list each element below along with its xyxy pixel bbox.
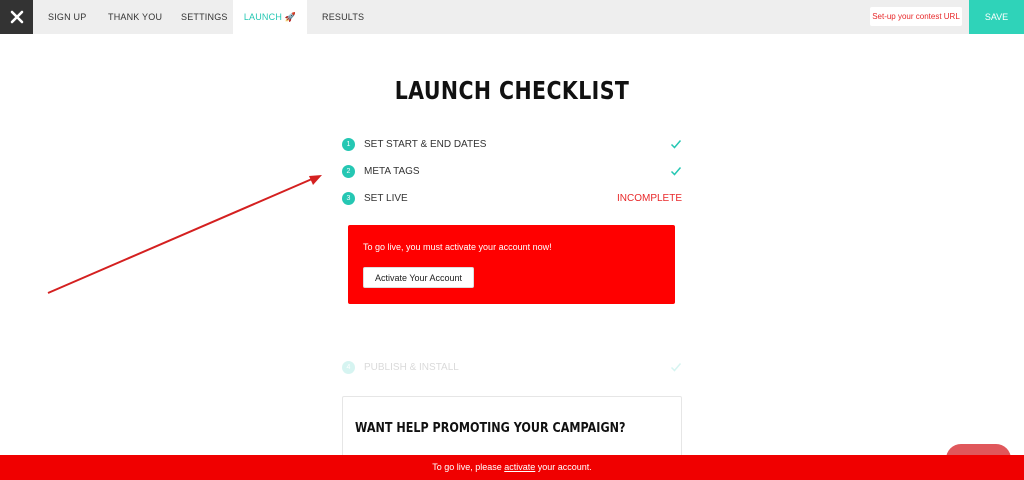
alert-message: To go live, you must activate your accou… (363, 242, 552, 252)
tab-sign-up[interactable]: SIGN UP (48, 0, 86, 34)
banner-text-prefix: To go live, please (432, 462, 505, 472)
activate-account-button[interactable]: Activate Your Account (363, 267, 474, 288)
tab-thank-you[interactable]: THANK YOU (108, 0, 162, 34)
save-button[interactable]: SAVE (969, 0, 1024, 34)
tab-settings[interactable]: SETTINGS (181, 0, 228, 34)
check-icon (670, 140, 682, 149)
checklist-item-label: PUBLISH & INSTALL (364, 362, 459, 373)
top-nav-bar: SIGN UP THANK YOU SETTINGS LAUNCH 🚀 RESU… (0, 0, 1024, 34)
check-icon (670, 167, 682, 176)
bottom-activation-banner: To go live, please activate your account… (0, 455, 1024, 480)
checklist-item-label: SET START & END DATES (364, 139, 487, 150)
step-number-badge: 1 (342, 138, 355, 151)
activate-link[interactable]: activate (504, 462, 535, 472)
banner-text-suffix: your account. (535, 462, 592, 472)
checklist-item-set-live[interactable]: 3 SET LIVE INCOMPLETE (342, 191, 682, 207)
contest-url-button[interactable]: Set-up your contest URL (870, 7, 962, 26)
tab-results[interactable]: RESULTS (322, 0, 364, 34)
checklist-item-meta-tags[interactable]: 2 META TAGS (342, 164, 682, 180)
activation-alert: To go live, you must activate your accou… (348, 225, 675, 304)
checklist-item-dates[interactable]: 1 SET START & END DATES (342, 137, 682, 153)
step-number-badge: 2 (342, 165, 355, 178)
checklist-item-label: SET LIVE (364, 193, 408, 204)
page-title: LAUNCH CHECKLIST (394, 76, 630, 105)
tab-launch[interactable]: LAUNCH 🚀 (233, 0, 307, 34)
promo-title: WANT HELP PROMOTING YOUR CAMPAIGN? (355, 421, 626, 436)
close-icon (10, 10, 23, 24)
checklist-item-label: META TAGS (364, 166, 420, 177)
check-icon (670, 363, 682, 372)
incomplete-status: INCOMPLETE (616, 193, 682, 204)
checklist-item-publish[interactable]: 4 PUBLISH & INSTALL (342, 360, 682, 376)
step-number-badge: 3 (342, 192, 355, 205)
step-number-badge: 4 (342, 361, 355, 374)
close-button[interactable] (0, 0, 33, 34)
